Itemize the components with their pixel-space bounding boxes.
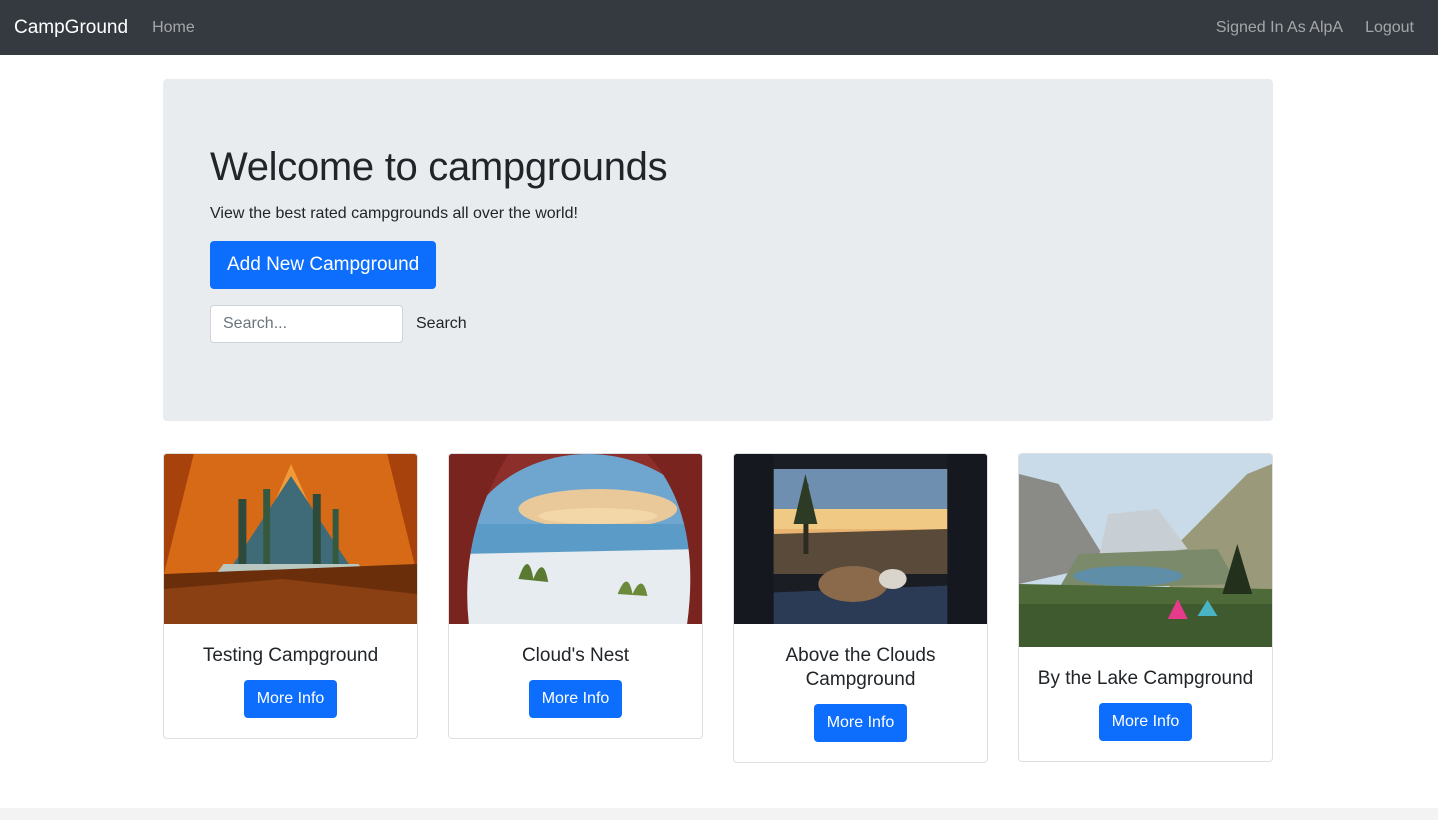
add-campground-button[interactable]: Add New Campground [210,241,437,289]
brand-link[interactable]: CampGround [14,17,128,39]
card-body: Cloud's Nest More Info [449,624,702,738]
nav-right: Signed In As AlpA Logout [1216,19,1424,37]
more-info-button[interactable]: More Info [243,680,338,718]
page-title: Welcome to campgrounds [210,145,668,189]
card-title: By the Lake Campground [1037,668,1254,689]
campground-card: Above the Clouds Campground More Info [733,453,988,763]
more-info-button[interactable]: More Info [1098,703,1193,741]
campground-image [164,454,417,624]
search-form: Search [210,305,1226,343]
campground-card: By the Lake Campground More Info [1018,453,1273,762]
campground-card: Cloud's Nest More Info [448,453,703,739]
card-title: Above the Clouds Campground [785,645,936,690]
campground-image [1019,454,1272,647]
card-body: By the Lake Campground More Info [1019,647,1272,761]
search-button[interactable]: Search [416,315,467,333]
campground-image [449,454,702,624]
card-title: Cloud's Nest [521,645,630,666]
card-title: Testing Campground [202,645,379,666]
card-body: Testing Campground More Info [164,624,417,738]
navbar: CampGround Home Signed In As AlpA Logout [0,0,1438,55]
campground-card: Testing Campground More Info [163,453,418,739]
more-info-button[interactable]: More Info [528,680,623,718]
jumbotron: Welcome to campgrounds View the best rat… [163,79,1273,421]
page-subtitle: View the best rated campgrounds all over… [210,205,578,222]
logout-link[interactable]: Logout [1365,19,1414,37]
card-body: Above the Clouds Campground More Info [734,624,987,762]
campground-image [734,454,987,624]
signed-in-link[interactable]: Signed In As AlpA [1216,19,1343,37]
nav-home-link[interactable]: Home [152,19,195,37]
more-info-button[interactable]: More Info [813,704,908,742]
footer [0,808,1438,820]
search-input[interactable] [210,305,403,343]
